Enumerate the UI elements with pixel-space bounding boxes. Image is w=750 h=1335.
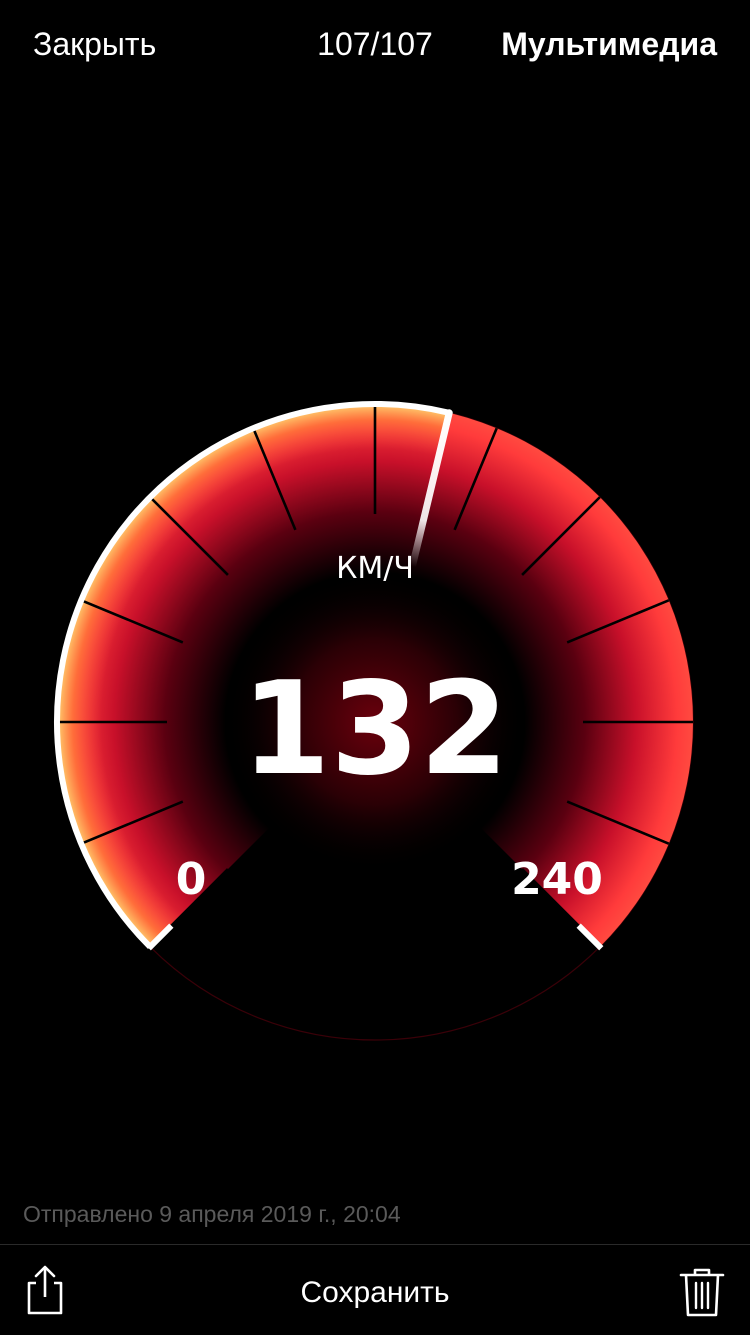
- bottom-toolbar: Сохранить: [0, 1244, 750, 1335]
- share-icon: [27, 1265, 63, 1315]
- sent-timestamp: Отправлено 9 апреля 2019 г., 20:04: [23, 1201, 401, 1227]
- speedometer-image: КМ/Ч 132 0 240: [54, 401, 694, 1041]
- speed-value: 132: [241, 655, 508, 804]
- trash-icon: [679, 1268, 725, 1317]
- save-button[interactable]: Сохранить: [300, 1276, 449, 1309]
- top-navigation-bar: Закрыть 107/107 Мультимедиа: [0, 0, 750, 90]
- max-speed-label: 240: [511, 854, 603, 905]
- min-speed-label: 0: [176, 854, 207, 905]
- share-button[interactable]: [22, 1263, 68, 1317]
- delete-button[interactable]: [678, 1265, 726, 1319]
- image-viewer[interactable]: КМ/Ч 132 0 240: [0, 90, 750, 1190]
- media-button[interactable]: Мультимедиа: [501, 24, 717, 64]
- save-button-row: Сохранить: [0, 1273, 750, 1313]
- speed-unit-label: КМ/Ч: [336, 551, 414, 586]
